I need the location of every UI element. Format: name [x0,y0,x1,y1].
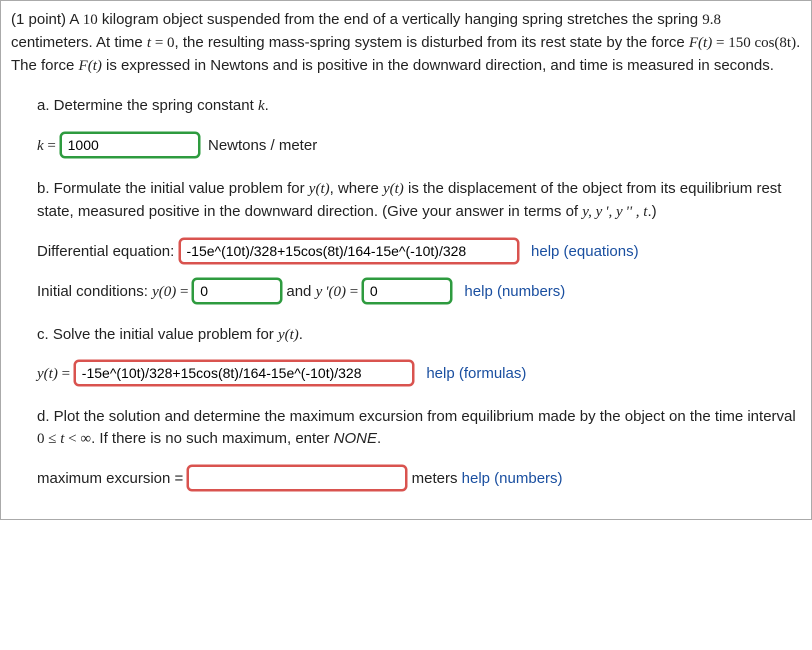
yprime0-input[interactable] [362,278,452,304]
help-formulas-link[interactable]: help (formulas) [426,365,526,382]
max-excursion-label: maximum excursion = [37,470,183,487]
part-d: d. Plot the solution and determine the m… [37,406,801,491]
help-equations-link[interactable]: help (equations) [531,243,639,260]
initial-conditions-row: Initial conditions: y(0) = and y '(0) = … [37,278,801,304]
diffeq-label: Differential equation: [37,243,174,260]
max-excursion-units: meters [412,470,458,487]
part-b: b. Formulate the initial value problem f… [37,178,801,304]
help-numbers-link-b[interactable]: help (numbers) [464,283,565,300]
problem-intro: (1 point) A 10 kilogram object suspended… [11,9,801,77]
part-c: c. Solve the initial value problem for y… [37,324,801,387]
part-a: a. Determine the spring constant k. k = … [37,95,801,158]
diffeq-input[interactable] [179,238,519,264]
spring-constant-input[interactable] [60,132,200,158]
max-excursion-input[interactable] [187,465,407,491]
spring-constant-units: Newtons / meter [208,137,317,154]
help-numbers-link-d[interactable]: help (numbers) [462,470,563,487]
points-label: (1 point) [11,11,66,28]
y0-input[interactable] [192,278,282,304]
solution-input[interactable] [74,360,414,386]
mass-value: 10 [83,12,98,28]
diffeq-row: Differential equation: help (equations) [37,238,801,264]
stretch-value: 9.8 [702,12,721,28]
